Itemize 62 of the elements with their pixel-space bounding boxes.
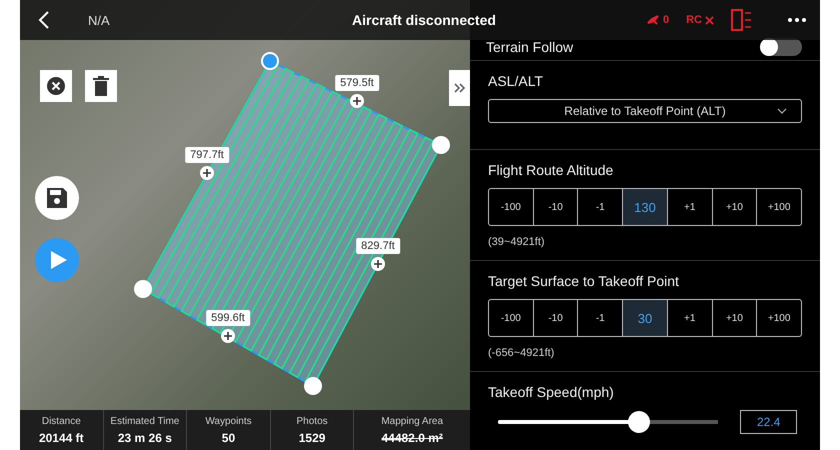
setting-label: Target Surface to Takeoff Point	[488, 273, 680, 289]
stat-label: Waypoints	[205, 416, 252, 426]
add-point-icon[interactable]	[200, 166, 214, 180]
delete-button[interactable]	[85, 70, 117, 102]
chevron-down-icon	[777, 108, 787, 114]
add-point-icon[interactable]	[350, 94, 364, 108]
save-icon	[47, 188, 67, 208]
altitude-value: 130	[623, 189, 668, 225]
stat-label: Estimated Time	[110, 416, 180, 426]
aircraft-count: 0	[662, 14, 670, 26]
stat-label: Mapping Area	[381, 416, 444, 426]
range-hint: (-656~4921ft)	[488, 347, 556, 359]
step-button[interactable]: +10	[712, 300, 758, 336]
disconnected-icon	[705, 16, 714, 24]
vertex-handle[interactable]	[432, 136, 450, 154]
altitude-value: 30	[623, 300, 668, 336]
add-point-icon[interactable]	[221, 329, 235, 343]
range-hint: (39~4921ft)	[488, 236, 546, 248]
stat-value: 44482.0 m²	[381, 430, 443, 444]
edge-length-label: 599.6ft	[206, 310, 250, 326]
step-button[interactable]: -10	[534, 300, 578, 336]
save-button[interactable]	[35, 176, 79, 220]
stat-value: 23 m 26 s	[118, 430, 172, 444]
stat-value: 50	[222, 430, 236, 444]
stat-label: Distance	[42, 416, 81, 426]
more-icon[interactable]	[788, 18, 806, 22]
cancel-button[interactable]	[40, 70, 72, 102]
stat-value: 1529	[298, 430, 326, 444]
step-button[interactable]: +10	[712, 189, 758, 225]
stat-value: 20144 ft	[38, 430, 84, 444]
altitude-mode-dropdown[interactable]: Relative to Takeoff Point (ALT)	[488, 99, 802, 123]
setting-label: ASL/ALT	[488, 73, 544, 89]
start-button[interactable]	[35, 238, 79, 282]
signal-status: N/A	[88, 12, 110, 28]
battery-icon	[731, 8, 753, 32]
propeller-icon	[646, 14, 660, 26]
step-button[interactable]: -100	[489, 189, 534, 225]
stat-label: Photos	[296, 416, 328, 426]
add-point-icon[interactable]	[371, 257, 385, 271]
setting-label: Flight Route Altitude	[488, 162, 614, 178]
step-button[interactable]: +1	[668, 189, 713, 225]
close-icon	[47, 77, 65, 95]
collapse-panel-button[interactable]	[449, 70, 470, 106]
rc-label: RC	[686, 14, 702, 26]
setting-label: Terrain Follow	[486, 39, 574, 55]
step-button[interactable]: +100	[757, 300, 802, 336]
step-button[interactable]: -10	[534, 189, 578, 225]
vertex-handle[interactable]	[134, 280, 152, 298]
step-button[interactable]: +1	[668, 300, 713, 336]
edge-length-label: 579.5ft	[335, 75, 379, 91]
speed-value-field[interactable]: 22.4	[740, 410, 798, 434]
double-chevron-icon	[454, 83, 466, 93]
edge-length-label: 829.7ft	[356, 238, 400, 254]
edge-length-label: 797.7ft	[185, 147, 229, 163]
play-icon	[51, 251, 67, 269]
back-icon[interactable]	[38, 10, 50, 30]
step-button[interactable]: +100	[757, 189, 802, 225]
trash-icon	[93, 76, 109, 96]
setting-label: Takeoff Speed(mph)	[488, 384, 615, 400]
step-button[interactable]: -100	[489, 300, 534, 336]
start-point-handle[interactable]	[261, 52, 279, 70]
vertex-handle[interactable]	[304, 377, 322, 395]
